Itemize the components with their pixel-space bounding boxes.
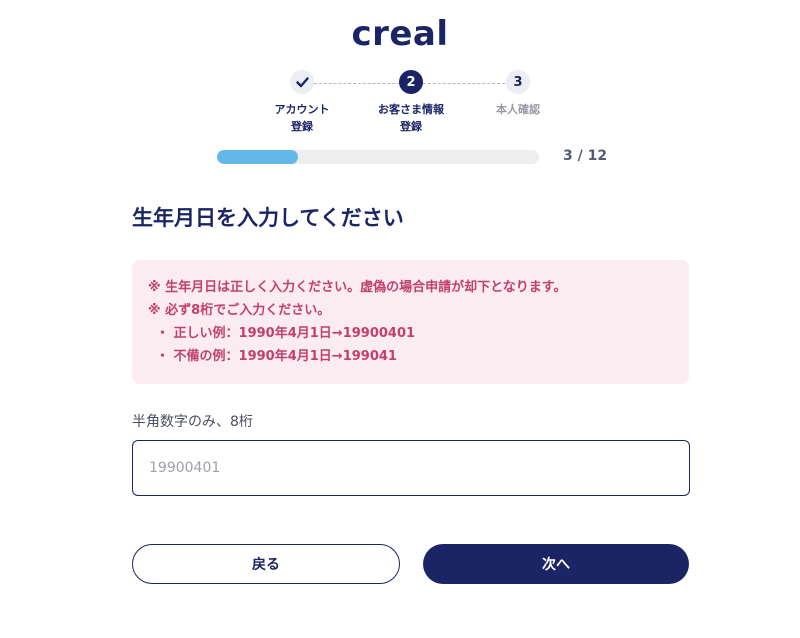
birthdate-field-label: 半角数字のみ、8桁	[132, 414, 253, 430]
progress-bar	[217, 150, 539, 164]
step-3-label: 本人確認	[496, 103, 540, 116]
progress-stepper: アカウント 登録 2 お客さま情報 登録 3 本人確認	[240, 70, 580, 140]
step-account-registration: アカウント 登録	[252, 70, 352, 135]
step-1-label: アカウント 登録	[274, 103, 330, 133]
progress-count: 3 / 12	[563, 148, 608, 164]
page-title: 生年月日を入力してください	[132, 206, 404, 230]
notice-example-correct: ・ 正しい例：1990年4月1日→19900401	[156, 326, 416, 341]
progress-bar-fill	[217, 150, 298, 164]
birthdate-input[interactable]	[132, 440, 690, 496]
back-button[interactable]: 戻る	[132, 544, 400, 584]
step-2-label: お客さま情報 登録	[378, 103, 444, 133]
check-icon	[295, 76, 309, 87]
next-button[interactable]: 次へ	[423, 544, 689, 584]
notice-example-incorrect: ・ 不備の例：1990年4月1日→199041	[156, 349, 397, 364]
step-customer-info: 2 お客さま情報 登録	[361, 70, 461, 135]
warning-notice: ※ 生年月日は正しく入力ください。虚偽の場合申請が却下となります。 ※ 必ず8桁…	[132, 260, 689, 384]
notice-line: ※ 生年月日は正しく入力ください。虚偽の場合申請が却下となります。	[148, 280, 567, 295]
step-3-circle: 3	[506, 70, 530, 94]
creal-logo: creal	[351, 14, 449, 54]
step-1-circle	[290, 70, 314, 94]
step-2-circle: 2	[399, 70, 423, 94]
notice-line: ※ 必ず8桁でご入力ください。	[148, 303, 331, 318]
step-identity-verification: 3 本人確認	[468, 70, 568, 118]
